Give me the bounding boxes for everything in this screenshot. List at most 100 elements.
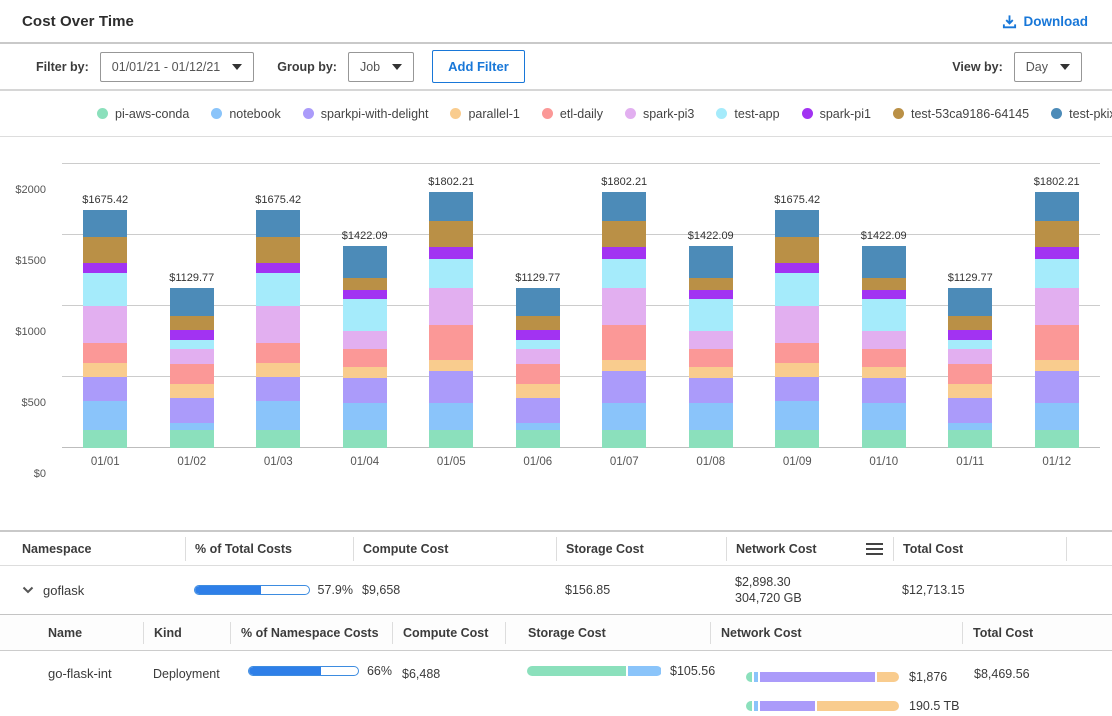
bar-segment-test-pkix[interactable] [170,288,214,316]
bar-segment-sparkpi-with-delight[interactable] [429,371,473,404]
bar-segment-notebook[interactable] [689,403,733,430]
bar-segment-test-53ca9186-64145[interactable] [170,316,214,329]
bar-segment-parallel-1[interactable] [1035,360,1079,371]
bar-segment-etl-daily[interactable] [170,364,214,384]
bar-segment-parallel-1[interactable] [83,363,127,377]
bar-segment-notebook[interactable] [83,401,127,429]
add-filter-button[interactable]: Add Filter [432,50,525,83]
bar-segment-test-pkix[interactable] [429,192,473,221]
bar-segment-etl-daily[interactable] [862,349,906,367]
bar-segment-test-app[interactable] [83,273,127,306]
bar-segment-test-53ca9186-64145[interactable] [256,237,300,264]
bar-segment-spark-pi1[interactable] [170,330,214,341]
bar-segment-etl-daily[interactable] [602,325,646,360]
bar-segment-spark-pi3[interactable] [775,306,819,343]
bar-segment-test-pkix[interactable] [343,246,387,278]
bar-segment-pi-aws-conda[interactable] [516,430,560,448]
bar-segment-test-pkix[interactable] [948,288,992,316]
bar-segment-spark-pi3[interactable] [343,331,387,349]
stacked-bar[interactable] [1035,192,1079,448]
legend-item-etl-daily[interactable]: etl-daily [542,107,603,121]
bar-segment-test-app[interactable] [343,299,387,331]
bar-segment-pi-aws-conda[interactable] [948,430,992,448]
bar-segment-test-pkix[interactable] [1035,192,1079,221]
bar-segment-test-pkix[interactable] [862,246,906,278]
bar-segment-spark-pi3[interactable] [602,288,646,325]
bar-segment-pi-aws-conda[interactable] [775,430,819,448]
bar-segment-pi-aws-conda[interactable] [862,430,906,448]
bar-segment-pi-aws-conda[interactable] [343,430,387,448]
bar-segment-etl-daily[interactable] [948,364,992,384]
legend-item-spark-pi3[interactable]: spark-pi3 [625,107,694,121]
bar-segment-spark-pi1[interactable] [948,330,992,341]
bar-segment-test-app[interactable] [256,273,300,306]
bar-segment-etl-daily[interactable] [1035,325,1079,360]
col-kind[interactable]: Kind [143,622,230,644]
bar-segment-test-app[interactable] [516,340,560,349]
column-menu-icon[interactable] [866,543,883,555]
legend-item-parallel-1[interactable]: parallel-1 [450,107,519,121]
bar-segment-sparkpi-with-delight[interactable] [1035,371,1079,404]
bar-segment-test-app[interactable] [602,259,646,288]
bar-segment-test-app[interactable] [775,273,819,306]
stacked-bar[interactable] [170,288,214,448]
bar-segment-sparkpi-with-delight[interactable] [83,377,127,401]
chevron-down-icon[interactable] [22,586,34,594]
bar-segment-parallel-1[interactable] [602,360,646,371]
stacked-bar[interactable] [602,192,646,448]
bar-segment-test-53ca9186-64145[interactable] [1035,221,1079,247]
bar-segment-test-pkix[interactable] [83,210,127,236]
bar-segment-sparkpi-with-delight[interactable] [602,371,646,404]
bar-segment-etl-daily[interactable] [689,349,733,367]
bar-segment-spark-pi3[interactable] [83,306,127,343]
bar-segment-spark-pi1[interactable] [256,263,300,273]
stacked-bar[interactable] [948,288,992,448]
stacked-bar[interactable] [775,210,819,448]
bar-segment-notebook[interactable] [256,401,300,429]
bar-segment-notebook[interactable] [429,403,473,429]
bar-segment-test-app[interactable] [948,340,992,349]
bar-segment-test-53ca9186-64145[interactable] [429,221,473,247]
col-nested-compute[interactable]: Compute Cost [392,622,505,644]
bar-segment-spark-pi3[interactable] [948,349,992,365]
bar-segment-parallel-1[interactable] [775,363,819,377]
bar-segment-test-pkix[interactable] [689,246,733,278]
stacked-bar[interactable] [83,210,127,448]
legend-item-test-pkix[interactable]: test-pkix [1051,107,1112,121]
stacked-bar[interactable] [689,246,733,448]
bar-segment-test-pkix[interactable] [516,288,560,316]
bar-segment-sparkpi-with-delight[interactable] [170,398,214,423]
bar-segment-test-app[interactable] [170,340,214,349]
bar-segment-pi-aws-conda[interactable] [170,430,214,448]
bar-segment-test-app[interactable] [862,299,906,331]
bar-segment-sparkpi-with-delight[interactable] [775,377,819,401]
bar-segment-test-53ca9186-64145[interactable] [775,237,819,264]
bar-segment-test-53ca9186-64145[interactable] [83,237,127,264]
bar-segment-parallel-1[interactable] [170,384,214,398]
bar-segment-etl-daily[interactable] [343,349,387,367]
download-button[interactable]: Download [1002,14,1089,29]
bar-segment-parallel-1[interactable] [343,367,387,378]
stacked-bar[interactable] [343,246,387,448]
col-nested-total[interactable]: Total Cost [962,622,1112,644]
col-namespace[interactable]: Namespace [0,537,185,561]
bar-segment-test-pkix[interactable] [775,210,819,236]
bar-segment-spark-pi3[interactable] [256,306,300,343]
bar-segment-spark-pi1[interactable] [689,290,733,299]
bar-segment-etl-daily[interactable] [83,343,127,363]
bar-segment-test-53ca9186-64145[interactable] [948,316,992,329]
bar-segment-pi-aws-conda[interactable] [1035,430,1079,448]
bar-segment-sparkpi-with-delight[interactable] [948,398,992,423]
bar-segment-spark-pi3[interactable] [516,349,560,365]
bar-segment-spark-pi1[interactable] [83,263,127,273]
bar-segment-etl-daily[interactable] [516,364,560,384]
col-nested-storage[interactable]: Storage Cost [505,622,710,644]
bar-segment-spark-pi1[interactable] [602,247,646,258]
legend-item-test-53ca9186-64145[interactable]: test-53ca9186-64145 [893,107,1029,121]
bar-segment-parallel-1[interactable] [256,363,300,377]
table-row-go-flask-int[interactable]: go-flask-int Deployment 66% $6,488 $105.… [0,651,1112,706]
bar-segment-test-app[interactable] [1035,259,1079,288]
bar-segment-spark-pi3[interactable] [429,288,473,325]
col-name[interactable]: Name [0,622,143,644]
bar-segment-test-app[interactable] [689,299,733,331]
